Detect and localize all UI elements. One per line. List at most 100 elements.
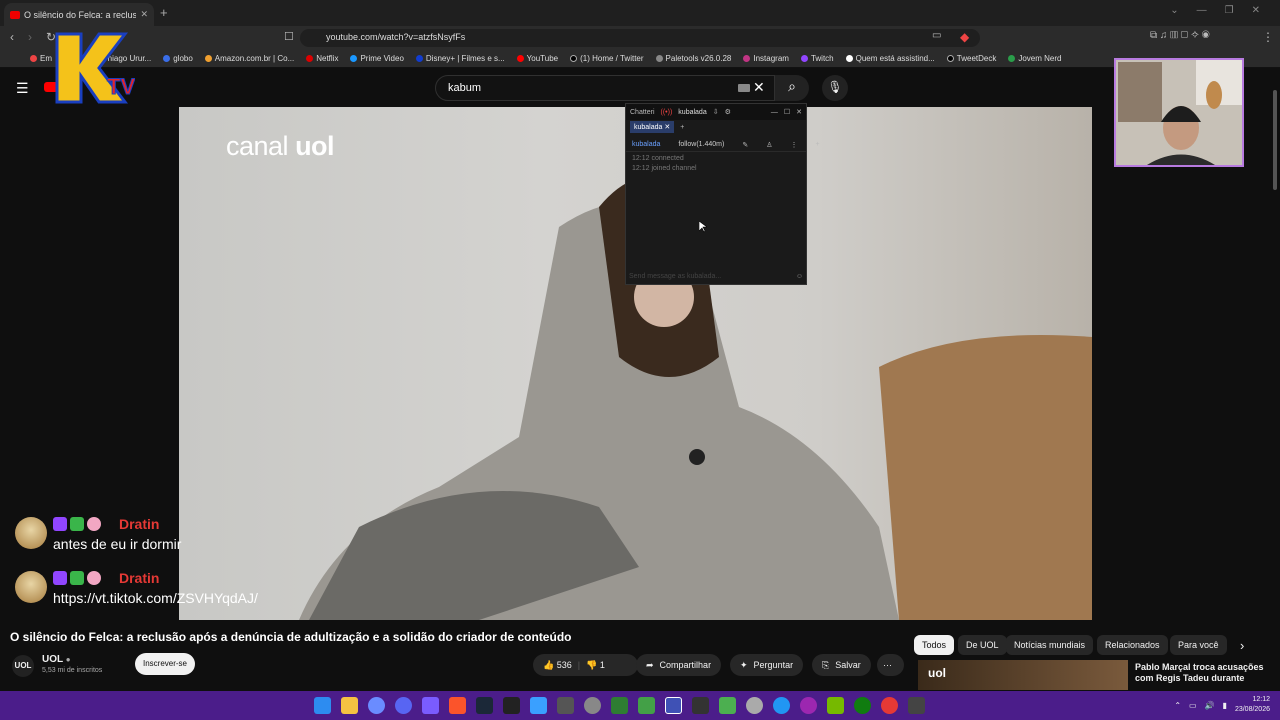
app-icon[interactable]	[611, 697, 628, 714]
terminal-icon[interactable]	[503, 697, 520, 714]
save-button[interactable]: ⎘ Salvar	[812, 654, 871, 676]
close-window-icon[interactable]: ✕	[1252, 5, 1260, 16]
app-icon[interactable]	[746, 697, 763, 714]
channel-avatar[interactable]: UOL	[12, 655, 34, 677]
settings-gear-icon[interactable]: ⚙	[725, 108, 731, 116]
bookmark-item[interactable]: Disney+ | Filmes e s...	[415, 54, 505, 63]
maximize-icon[interactable]: ☐	[784, 108, 790, 116]
bookmark-item[interactable]: globo	[163, 54, 193, 63]
back-icon[interactable]: ‹	[10, 30, 14, 44]
brave-icon[interactable]	[449, 697, 466, 714]
forward-icon[interactable]: ›	[28, 30, 32, 44]
live-icon: ((•))	[660, 108, 673, 116]
bookmark-item[interactable]: Quem está assistind...	[845, 54, 935, 63]
app-icon[interactable]	[881, 697, 898, 714]
add-tab-icon[interactable]: +	[680, 124, 684, 131]
app-icon[interactable]	[692, 697, 709, 714]
network-icon[interactable]: ▭	[1189, 701, 1197, 710]
minimize-icon[interactable]: —	[1197, 5, 1207, 16]
bookmark-item[interactable]: Paletools v26.0.28	[655, 54, 731, 63]
volume-icon[interactable]: 🔊	[1205, 701, 1215, 710]
voice-search-button[interactable]: 🎙	[822, 75, 848, 101]
chevron-down-icon[interactable]: ⌄	[1170, 5, 1178, 16]
bookmarks-bar: Em Email – Thiago Urur... globo Amazon.c…	[0, 50, 1280, 68]
chip-todos[interactable]: Todos	[914, 635, 955, 655]
app-icon[interactable]	[638, 697, 655, 714]
user-icon[interactable]: ♙	[766, 141, 772, 149]
maximize-icon[interactable]: ❐	[1225, 5, 1234, 16]
share-button[interactable]: ➦ Compartilhar	[636, 654, 722, 676]
chip-relacionados[interactable]: Relacionados	[1097, 635, 1168, 655]
browser-icon[interactable]	[368, 697, 385, 714]
new-tab-button[interactable]: +	[160, 5, 168, 20]
edit-icon[interactable]: ✎	[742, 141, 748, 149]
bookmark-item[interactable]: (1) Home / Twitter	[570, 54, 644, 63]
search-button[interactable]: ⌕	[775, 75, 809, 101]
add-split-icon[interactable]: +	[816, 141, 820, 148]
download-icon[interactable]: ⇩	[713, 108, 719, 116]
emote-icon[interactable]: ☺	[796, 273, 803, 280]
ask-button[interactable]: ✦ Perguntar	[730, 654, 804, 676]
bookmark-item[interactable]: Netflix	[306, 54, 338, 63]
extensions-icon[interactable]: ⧉ ♫ ▥ ▢ ✧ ◉	[1150, 30, 1210, 41]
related-video-title[interactable]: Pablo Marçal troca acusações com Regis T…	[1135, 662, 1275, 684]
steam-icon[interactable]	[476, 697, 493, 714]
bookmark-item[interactable]: Twitch	[800, 54, 834, 63]
chatterino-window[interactable]: Chatteri ((•)) kubalada ⇩ ⚙ — ☐ ✕ kubala…	[625, 103, 820, 285]
chat-message-input[interactable]: Send message as kubalada... ☺	[629, 273, 803, 280]
chip-noticias-mundiais[interactable]: Notícias mundiais	[1006, 635, 1094, 655]
bookmark-item[interactable]: TweetDeck	[946, 54, 996, 63]
address-bar[interactable]: youtube.com/watch?v=atzfsNsyfFs	[300, 29, 980, 47]
hamburger-menu-icon[interactable]: ☰	[16, 80, 29, 97]
chip-de-uol[interactable]: De UOL	[958, 635, 1007, 655]
chevron-right-icon[interactable]: ›	[1240, 638, 1244, 653]
chatterino-tab[interactable]: kubalada ✕	[630, 121, 675, 133]
bookmark-item[interactable]: Prime Video	[350, 54, 404, 63]
like-button[interactable]: 👍 536	[543, 660, 572, 671]
start-icon[interactable]	[314, 697, 331, 714]
xbox-icon[interactable]	[854, 697, 871, 714]
app-icon[interactable]	[422, 697, 439, 714]
clear-search-icon[interactable]: ✕	[753, 79, 765, 96]
close-icon[interactable]: ✕	[796, 108, 802, 116]
bookmark-item[interactable]: Instagram	[743, 54, 789, 63]
page-scrollbar[interactable]	[1272, 70, 1278, 690]
browser-tab-active[interactable]: O silêncio do Felca: a reclusã ✕	[4, 3, 154, 26]
more-actions-button[interactable]: ···	[877, 654, 904, 676]
clock[interactable]: 12:12 23/08/2026	[1235, 695, 1270, 715]
tab-close-icon[interactable]: ✕	[140, 9, 148, 20]
battery-icon[interactable]: ▮	[1223, 701, 1227, 710]
app-icon[interactable]	[773, 697, 790, 714]
chip-para-voce[interactable]: Para você	[1170, 635, 1227, 655]
brave-shield-icon[interactable]: ◆	[960, 30, 969, 44]
cast-icon[interactable]: ▭	[932, 30, 941, 41]
file-explorer-icon[interactable]	[341, 697, 358, 714]
bookmark-item[interactable]: Amazon.com.br | Co...	[204, 54, 294, 63]
menu-icon[interactable]: ⋮	[1262, 30, 1274, 44]
scrollbar-thumb[interactable]	[1273, 90, 1277, 190]
chatterino-icon[interactable]	[665, 697, 682, 714]
bookmark-item[interactable]: Em	[30, 54, 52, 63]
search-input[interactable]: kabum	[435, 75, 775, 101]
chevron-up-icon[interactable]: ⌃	[1174, 701, 1181, 710]
bookmark-icon[interactable]: ☐	[284, 30, 294, 43]
channel-name[interactable]: UOL ●	[42, 654, 71, 665]
dislike-button[interactable]: 👎 1	[586, 660, 605, 671]
app-icon[interactable]	[530, 697, 547, 714]
subscribe-button[interactable]: Inscrever-se	[135, 653, 195, 675]
bookmark-item[interactable]: Jovem Nerd	[1008, 54, 1061, 63]
more-icon[interactable]: ⋮	[791, 141, 798, 149]
nvidia-icon[interactable]	[827, 697, 844, 714]
app-icon[interactable]	[908, 697, 925, 714]
minimize-icon[interactable]: —	[771, 109, 778, 116]
app-icon[interactable]	[719, 697, 736, 714]
related-video-thumbnail[interactable]: uol	[918, 660, 1128, 690]
bookmark-item[interactable]: YouTube	[516, 54, 558, 63]
app-icon[interactable]	[557, 697, 574, 714]
discord-icon[interactable]	[395, 697, 412, 714]
keyboard-icon[interactable]	[738, 84, 750, 92]
obs-icon[interactable]	[584, 697, 601, 714]
flower-badge-icon	[87, 517, 101, 531]
plant-badge-icon	[70, 571, 84, 585]
app-icon[interactable]	[800, 697, 817, 714]
